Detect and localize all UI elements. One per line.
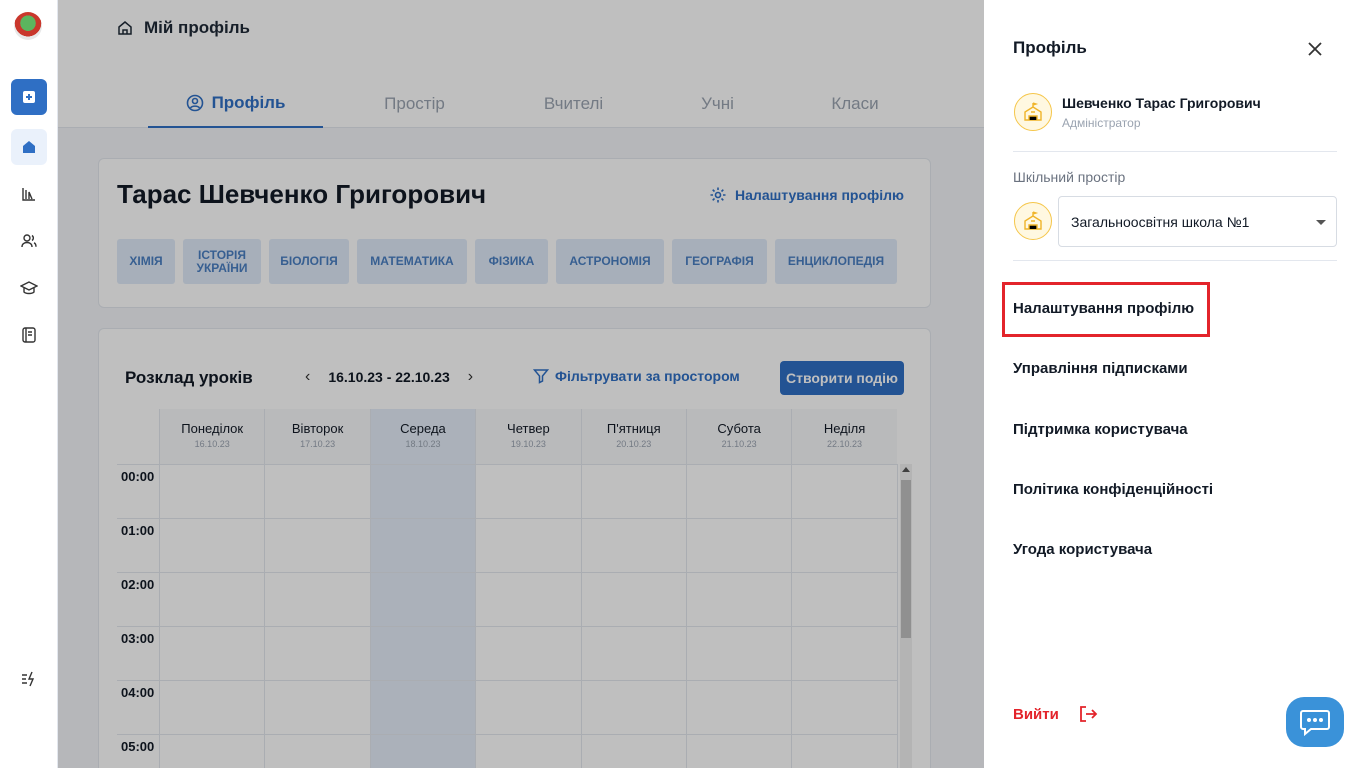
school-space-select[interactable]: Загальноосвітня школа №1 xyxy=(1058,196,1337,247)
main-content: Мій профіль Профіль Простір Вчителі Учні… xyxy=(58,0,1042,768)
nav-journal[interactable] xyxy=(11,317,47,353)
add-button[interactable] xyxy=(11,79,47,115)
user-role: Адміністратор xyxy=(1062,116,1141,130)
menu-subscriptions[interactable]: Управління підписками xyxy=(1013,360,1188,377)
space-avatar xyxy=(1014,202,1052,240)
chevron-down-icon xyxy=(1316,220,1326,225)
users-icon xyxy=(21,234,37,248)
school-logo[interactable] xyxy=(14,12,42,40)
nav-users[interactable] xyxy=(11,223,47,259)
profile-panel: Профіль Шевченко Тарас Григорович Адміні… xyxy=(984,0,1366,768)
menu-support[interactable]: Підтримка користувача xyxy=(1013,421,1188,438)
graduation-cap-icon xyxy=(20,281,38,295)
home-icon xyxy=(23,141,35,153)
nav-quick[interactable] xyxy=(11,661,47,697)
nav-library[interactable] xyxy=(11,176,47,212)
close-button[interactable] xyxy=(1304,38,1326,60)
left-rail xyxy=(0,0,58,768)
menu-user-agreement[interactable]: Угода користувача xyxy=(1013,541,1152,558)
avatar xyxy=(1014,93,1052,131)
logout-label: Вийти xyxy=(1013,705,1059,723)
plus-icon xyxy=(23,91,35,103)
nav-home[interactable] xyxy=(11,129,47,165)
journal-icon xyxy=(22,327,36,343)
school-space-label: Шкільний простір xyxy=(1013,169,1126,185)
menu-privacy-policy[interactable]: Політика конфіденційності xyxy=(1013,481,1213,498)
school-space-value: Загальноосвітня школа №1 xyxy=(1071,213,1250,230)
logout-icon xyxy=(1079,706,1098,722)
user-name: Шевченко Тарас Григорович xyxy=(1062,95,1261,111)
close-icon xyxy=(1308,42,1322,56)
modal-overlay[interactable] xyxy=(58,0,1042,768)
library-icon xyxy=(22,188,35,201)
chat-bubble-icon xyxy=(1300,710,1330,736)
divider xyxy=(1013,260,1337,261)
lightning-icon xyxy=(22,671,35,687)
panel-title: Профіль xyxy=(1013,38,1087,57)
menu-profile-settings[interactable]: Налаштування профілю xyxy=(1013,300,1194,317)
school-building-icon xyxy=(1024,211,1042,230)
chat-button[interactable] xyxy=(1286,697,1344,747)
logout-button[interactable]: Вийти xyxy=(1013,703,1099,725)
divider xyxy=(1013,151,1337,152)
school-building-icon xyxy=(1024,102,1042,121)
nav-courses[interactable] xyxy=(11,270,47,306)
